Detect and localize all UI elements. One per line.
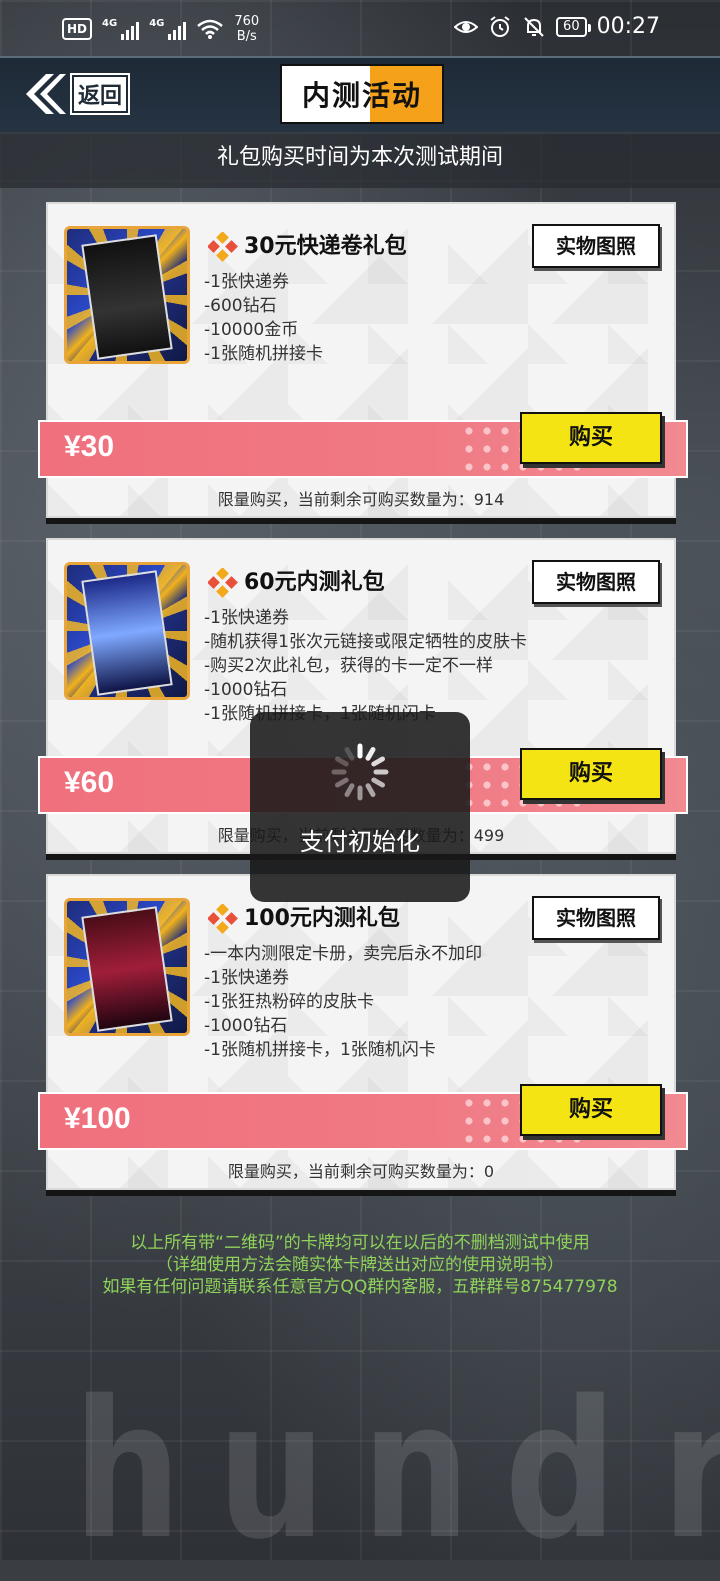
loading-text: 支付初始化 <box>300 828 420 856</box>
pack-title: 100元内测礼包 <box>244 906 400 931</box>
pack-item: -1000钻石 <box>204 680 288 700</box>
price-label: ¥100 <box>64 1102 131 1135</box>
price-label: ¥30 <box>64 430 115 463</box>
loading-dialog: 支付初始化 <box>250 712 470 902</box>
pack-item: -1张随机拼接卡，1张随机闪卡 <box>204 1040 436 1060</box>
signal-icon-2: 4G <box>149 18 187 40</box>
note-line: 如果有任何问题请联系任意官方QQ群内客服，五群群号875477978 <box>102 1277 618 1297</box>
eye-icon <box>454 20 479 33</box>
pack-title: 60元内测礼包 <box>244 570 385 595</box>
back-label: 返回 <box>69 73 131 115</box>
note-line: 以上所有带“二维码”的卡牌均可以在以后的不删档测试中使用 <box>130 1233 590 1253</box>
mute-bell-icon <box>524 16 544 37</box>
remaining-quantity: 限量购买，当前剩余可购买数量为：0 <box>227 1162 495 1181</box>
top-header: 返回 内测活动 <box>0 56 720 134</box>
pack-item: -1张快递券 <box>204 608 289 628</box>
double-chevron-left-icon <box>26 74 66 114</box>
diamond-icon <box>208 568 238 598</box>
purchase-period-notice: 礼包购买时间为本次测试期间 <box>0 132 720 188</box>
note-line: （详细使用方法会随实体卡牌送出对应的使用说明书） <box>156 1255 564 1275</box>
background-watermark-text: hundr <box>70 1360 720 1581</box>
pack-title: 30元快递卷礼包 <box>244 234 407 259</box>
diamond-icon <box>208 904 238 934</box>
alarm-icon <box>490 15 510 37</box>
pack-image <box>64 562 190 700</box>
pack-item: -1000钻石 <box>204 1016 288 1036</box>
pack-card-3: 100元内测礼包 实物图照 -一本内测限定卡册，卖完后永不加印 -1张快递券 -… <box>38 874 688 1190</box>
photo-button[interactable]: 实物图照 <box>532 560 660 604</box>
hd-indicator: HD <box>62 18 93 40</box>
pack-item: -1张随机拼接卡 <box>204 344 323 364</box>
back-button[interactable]: 返回 <box>20 68 131 120</box>
pack-image <box>64 226 190 364</box>
pack-item: -随机获得1张次元链接或限定牺牲的皮肤卡 <box>204 632 527 652</box>
wifi-icon <box>197 19 224 39</box>
pack-item: -600钻石 <box>204 296 277 316</box>
battery-indicator: 60 <box>556 16 591 37</box>
photo-button[interactable]: 实物图照 <box>532 896 660 940</box>
pack-item: -1张狂热粉碎的皮肤卡 <box>204 992 374 1012</box>
buy-button[interactable]: 购买 <box>520 412 662 464</box>
pack-item: -一本内测限定卡册，卖完后永不加印 <box>204 944 483 964</box>
remaining-quantity: 限量购买，当前剩余可购买数量为：914 <box>217 490 505 509</box>
footer-notes: 以上所有带“二维码”的卡牌均可以在以后的不删档测试中使用 （详细使用方法会随实体… <box>0 1232 720 1298</box>
network-speed: 760 B/s <box>234 14 260 44</box>
price-bar: ¥30 购买 <box>38 412 688 478</box>
pack-contents: -1张快递券 -600钻石 -10000金币 -1张随机拼接卡 <box>204 270 323 366</box>
page-title: 内测活动 <box>280 64 444 124</box>
pack-item: -1张快递券 <box>204 968 289 988</box>
price-label: ¥60 <box>64 766 115 799</box>
pack-contents: -一本内测限定卡册，卖完后永不加印 -1张快递券 -1张狂热粉碎的皮肤卡 -10… <box>204 942 482 1062</box>
price-bar: ¥100 购买 <box>38 1084 688 1150</box>
buy-button[interactable]: 购买 <box>520 748 662 800</box>
pack-item: -10000金币 <box>204 320 299 340</box>
signal-icon-1: 4G <box>102 18 140 40</box>
pack-item: -1张快递券 <box>204 272 289 292</box>
buy-button[interactable]: 购买 <box>520 1084 662 1136</box>
pack-contents: -1张快递券 -随机获得1张次元链接或限定牺牲的皮肤卡 -购买2次此礼包，获得的… <box>204 606 527 726</box>
pack-item: -购买2次此礼包，获得的卡一定不一样 <box>204 656 493 676</box>
diamond-icon <box>208 232 238 262</box>
status-bar: HD 4G 4G 760 B/s 60 00:27 <box>0 0 720 56</box>
clock: 00:27 <box>596 14 660 39</box>
pack-card-1: 30元快递卷礼包 实物图照 -1张快递券 -600钻石 -10000金币 -1张… <box>38 202 688 518</box>
loading-spinner-icon <box>331 743 389 801</box>
photo-button[interactable]: 实物图照 <box>532 224 660 268</box>
pack-image <box>64 898 190 1036</box>
